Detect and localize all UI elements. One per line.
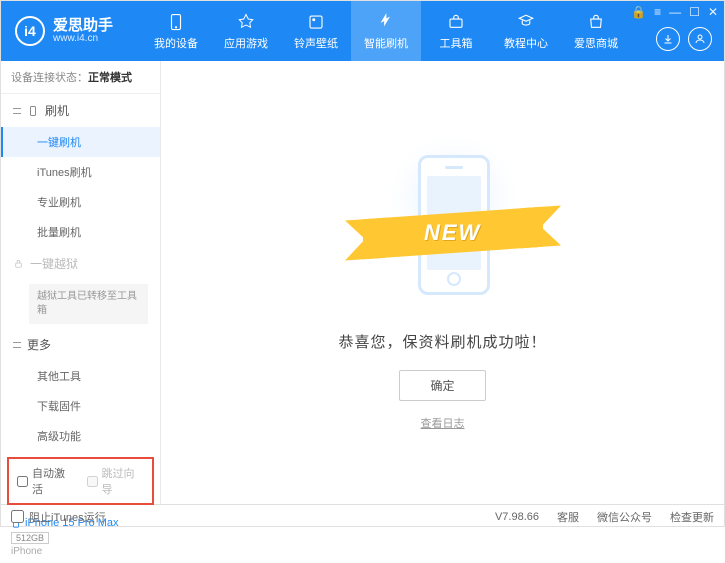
phone-icon [27, 105, 39, 117]
user-button[interactable] [688, 27, 712, 51]
sidebar: 设备连接状态：正常模式 刷机 一键刷机 iTunes刷机 专业刷机 批量刷机 一… [1, 61, 161, 504]
view-log-link[interactable]: 查看日志 [421, 415, 465, 431]
skip-guide-checkbox[interactable]: 跳过向导 [87, 465, 145, 497]
block-itunes-checkbox[interactable]: 阻止iTunes运行 [11, 509, 106, 525]
logo-icon: i4 [15, 16, 45, 46]
connection-status: 设备连接状态：正常模式 [1, 61, 160, 94]
sidebar-item-advanced[interactable]: 高级功能 [1, 421, 160, 451]
sidebar-item-download-firmware[interactable]: 下载固件 [1, 391, 160, 421]
nav-toolbox[interactable]: 工具箱 [421, 1, 491, 61]
wechat-link[interactable]: 微信公众号 [597, 509, 652, 525]
highlighted-checkbox-row: 自动激活 跳过向导 [7, 457, 154, 505]
nav-apps-games[interactable]: 应用游戏 [211, 1, 281, 61]
sidebar-item-other-tools[interactable]: 其他工具 [1, 361, 160, 391]
ribbon-text: NEW [424, 220, 481, 246]
success-illustration: NEW [333, 135, 553, 315]
jailbreak-note: 越狱工具已转移至工具箱 [29, 284, 148, 324]
window-controls: 🔒 ≡ — ☐ ✕ [631, 5, 718, 19]
nav-tutorials[interactable]: 教程中心 [491, 1, 561, 61]
app-name: 爱思助手 [53, 18, 113, 33]
nav-my-device[interactable]: 我的设备 [141, 1, 211, 61]
nav-ringtone-wallpaper[interactable]: 铃声壁纸 [281, 1, 351, 61]
device-type: iPhone [11, 546, 150, 557]
app-header: i4 爱思助手 www.i4.cn 我的设备 应用游戏 铃声壁纸 智能刷机 工具… [1, 1, 724, 61]
sidebar-item-pro-flash[interactable]: 专业刷机 [1, 187, 160, 217]
nav-smart-flash[interactable]: 智能刷机 [351, 1, 421, 61]
check-update-link[interactable]: 检查更新 [670, 509, 714, 525]
close-icon[interactable]: ✕ [708, 5, 718, 19]
auto-activate-checkbox[interactable]: 自动激活 [17, 465, 75, 497]
device-storage: 512GB [11, 532, 49, 544]
lock-icon[interactable]: 🔒 [631, 5, 646, 19]
nav-shop[interactable]: 爱思商城 [561, 1, 631, 61]
menu-icon[interactable]: ≡ [654, 5, 661, 19]
sidebar-section-flash[interactable]: 刷机 [1, 94, 160, 127]
minimize-icon[interactable]: — [669, 5, 681, 19]
logo: i4 爱思助手 www.i4.cn [1, 16, 141, 46]
sidebar-item-batch-flash[interactable]: 批量刷机 [1, 217, 160, 247]
sidebar-item-oneclick-flash[interactable]: 一键刷机 [1, 127, 160, 157]
top-nav: 我的设备 应用游戏 铃声壁纸 智能刷机 工具箱 教程中心 爱思商城 [141, 1, 631, 61]
maximize-icon[interactable]: ☐ [689, 5, 700, 19]
success-message: 恭喜您，保资料刷机成功啦！ [338, 331, 546, 352]
sidebar-section-more[interactable]: 更多 [1, 328, 160, 361]
sidebar-section-jailbreak: 一键越狱 [1, 247, 160, 280]
main-content: NEW 恭喜您，保资料刷机成功啦！ 确定 查看日志 [161, 61, 724, 504]
sidebar-item-itunes-flash[interactable]: iTunes刷机 [1, 157, 160, 187]
ok-button[interactable]: 确定 [399, 370, 485, 401]
download-button[interactable] [656, 27, 680, 51]
lock-icon [13, 258, 24, 269]
app-url: www.i4.cn [53, 33, 113, 45]
customer-service-link[interactable]: 客服 [557, 509, 579, 525]
version-label: V7.98.66 [495, 511, 539, 523]
